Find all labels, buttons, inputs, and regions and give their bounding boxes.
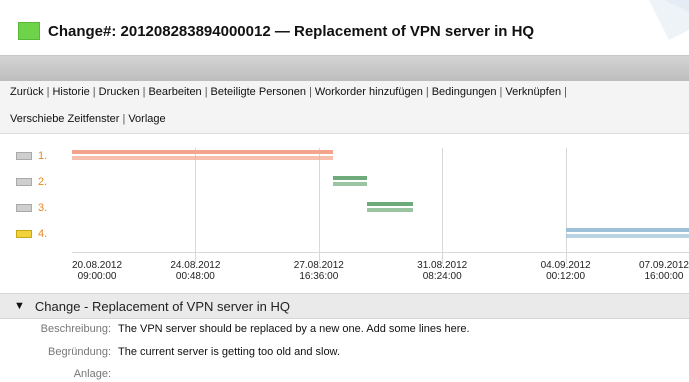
header-decoration <box>629 0 689 40</box>
tick-date: 07.09.2012 <box>638 260 689 271</box>
collapse-arrow-icon[interactable]: ▼ <box>14 300 25 312</box>
menu-separator: | <box>308 86 312 98</box>
tick-time: 00:48:00 <box>175 271 215 282</box>
menu-link-verschiebe-zeitfenster[interactable]: Verschiebe Zeitfenster <box>10 113 119 125</box>
row-number: 2. <box>38 176 48 188</box>
field-label: Anlage: <box>73 368 111 380</box>
gantt-row-3[interactable]: 3. <box>16 202 47 214</box>
row-status-icon <box>16 230 32 238</box>
gantt-row-4[interactable]: 4. <box>16 228 47 240</box>
tick-date: 04.09.2012 <box>540 260 591 271</box>
menu-link-workorder-hinzufügen[interactable]: Workorder hinzufügen <box>315 86 423 98</box>
menu-separator: | <box>46 86 50 98</box>
gantt-bar-3[interactable] <box>367 202 413 214</box>
change-section-header[interactable]: ▼ Change - Replacement of VPN server in … <box>0 293 689 319</box>
field-beschreibung: Beschreibung: The VPN server should be r… <box>0 323 689 337</box>
tick-time: 16:36:00 <box>299 271 339 282</box>
menu-link-historie[interactable]: Historie <box>52 86 89 98</box>
gantt-tick-label: 24.08.2012 00:48:00 <box>167 260 223 282</box>
tick-date: 24.08.2012 <box>170 260 221 271</box>
field-value: The VPN server should be replaced by a n… <box>118 323 470 335</box>
row-status-icon <box>16 178 32 186</box>
gantt-bar-4[interactable] <box>566 228 689 240</box>
field-value: The current server is getting too old an… <box>118 346 340 358</box>
change-status-indicator <box>18 22 40 40</box>
tick-time: 16:00:00 <box>644 271 684 282</box>
field-begruendung: Begründung: The current server is gettin… <box>0 346 689 360</box>
gantt-gridline <box>566 148 567 264</box>
gantt-chart: 20.08.2012 09:00:00 24.08.2012 00:48:00 27.0… <box>0 140 689 288</box>
menu-separator: | <box>204 86 208 98</box>
gantt-baseline <box>72 252 689 253</box>
gantt-gridline <box>319 148 320 264</box>
gantt-gridline <box>195 148 196 264</box>
gantt-gridline <box>442 148 443 264</box>
action-menu: Zurück | Historie | Drucken | Bearbeiten | Betei… <box>0 81 689 134</box>
gantt-tick-label: 07.09.2012 16:00:00 <box>639 260 689 282</box>
action-menu-line-2: Verschiebe Zeitfenster | Vorlage <box>10 113 166 125</box>
tick-date: 20.08.2012 <box>72 260 123 271</box>
gantt-row-2[interactable]: 2. <box>16 176 47 188</box>
menu-link-vorlage[interactable]: Vorlage <box>128 113 165 125</box>
tick-time: 08:24:00 <box>422 271 462 282</box>
menu-separator: | <box>122 113 126 125</box>
row-number: 1. <box>38 150 48 162</box>
section-title: Change - Replacement of VPN server in HQ <box>34 298 290 314</box>
menu-separator: | <box>92 86 96 98</box>
field-label: Begründung: <box>48 346 111 358</box>
menu-link-bedingungen[interactable]: Bedingungen <box>432 86 497 98</box>
gantt-bar-2[interactable] <box>333 176 367 188</box>
tick-date: 31.08.2012 <box>417 260 468 271</box>
menu-link-bearbeiten[interactable]: Bearbeiten <box>148 86 201 98</box>
gantt-bar-1[interactable] <box>72 150 333 162</box>
menu-separator: | <box>564 86 567 98</box>
menu-link-zurück[interactable]: Zurück <box>10 86 44 98</box>
menu-separator: | <box>425 86 429 98</box>
gantt-tick-label: 20.08.2012 09:00:00 <box>72 260 122 282</box>
menu-link-drucken[interactable]: Drucken <box>99 86 140 98</box>
title-row: Change#: 201208283894000012 — Replacemen… <box>18 20 534 42</box>
gantt-tick-label: 27.08.2012 16:36:00 <box>291 260 347 282</box>
row-number: 3. <box>38 202 48 214</box>
row-status-icon <box>16 204 32 212</box>
row-number: 4. <box>38 228 48 240</box>
gantt-tick-label: 31.08.2012 08:24:00 <box>414 260 470 282</box>
menu-separator: | <box>499 86 503 98</box>
row-status-icon <box>16 152 32 160</box>
gantt-tick-label: 04.09.2012 00:12:00 <box>538 260 594 282</box>
menu-link-beteiligte-personen[interactable]: Beteiligte Personen <box>211 86 306 98</box>
menu-link-verknüpfen[interactable]: Verknüpfen <box>505 86 561 98</box>
field-label: Beschreibung: <box>40 323 111 335</box>
action-menu-line-1: Zurück | Historie | Drucken | Bearbeiten | Betei… <box>10 86 570 98</box>
page-title: Change#: 201208283894000012 — Replacemen… <box>48 22 535 40</box>
menu-separator: | <box>142 86 146 98</box>
tick-date: 27.08.2012 <box>293 260 344 271</box>
toolbar-band <box>0 55 689 81</box>
tick-time: 09:00:00 <box>77 271 117 282</box>
tick-time: 00:12:00 <box>546 271 586 282</box>
gantt-row-1[interactable]: 1. <box>16 150 47 162</box>
